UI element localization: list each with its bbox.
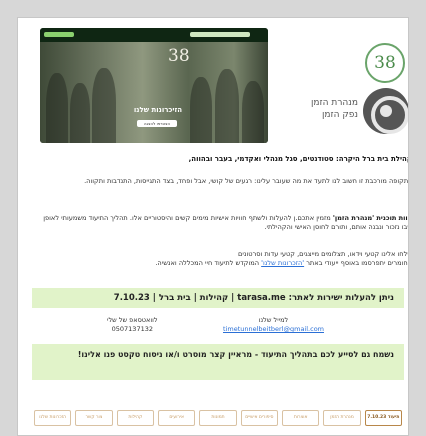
archive-paragraph: החומרים יתפרסמו באוסף ייעודי באתר 'הזכרו… [40, 259, 409, 268]
nav-button-8[interactable]: הזכרונות שלנו [34, 410, 72, 426]
nav-button-6[interactable]: קהילות [116, 410, 155, 426]
archive-prefix: החומרים יתפרסמו באוסף ייעודי באתר [304, 259, 409, 267]
email-card: 38 הזיכרונות שלנו הצטרפו להצגה 38 מנהרת … [17, 17, 409, 436]
contact-block: למייל שלנו timetunnelbeitberl@gmail.com … [32, 310, 404, 342]
hero-cta-button[interactable]: הצטרפו להצגה [137, 120, 177, 127]
greeting-heading: קהילת בית ברל היקרה: סטודנטים, סגל מנהלי… [188, 155, 409, 163]
program-paragraph: צוות תוכנית 'מנהרת הזמן' מזמין אתכם.ן לה… [40, 214, 409, 232]
send-line: שלחו אלינו קטעי וידאו, תצלומים מייצגים, … [238, 250, 409, 258]
intro-paragraph: בתקופה מורכבת זו חשוב לנו לתעד את מה שעו… [84, 177, 409, 185]
hero-banner[interactable]: 38 הזיכרונות שלנו הצטרפו להצגה [40, 28, 268, 143]
hero-site-nav [40, 28, 268, 42]
nav-button-1[interactable]: מנהרת הזמן [323, 410, 361, 426]
hero-cta-label: הצטרפו להצגה [143, 121, 171, 126]
archive-link[interactable]: 'הזכרונות שלנו' [261, 259, 304, 267]
program-bold: צוות תוכנית 'מנהרת הזמן' [332, 214, 409, 222]
whatsapp-label: לוואטסאפ של שלי [107, 316, 158, 324]
email-label: למייל שלנו [258, 316, 289, 324]
nav-button-2[interactable]: אוצרות [282, 410, 320, 426]
nav-button-7[interactable]: צור קשר [75, 410, 113, 426]
whatsapp-contact: לוואטסאפ של שלי 0507137132 [107, 316, 158, 334]
hero-logo: 38 [168, 46, 190, 66]
email-link[interactable]: timetunnelbeitberl@gmail.com [223, 325, 324, 334]
time-tunnel-logo-icon [363, 88, 408, 134]
email-contact: למייל שלנו timetunnelbeitberl@gmail.com [223, 316, 324, 334]
nav-button-4[interactable]: תמונות [199, 410, 237, 426]
footer-nav: 7.10.23 תיעוד מנהרת הזמן אוצרות סיפורים … [34, 410, 402, 430]
help-message: נשמח גם לסייע לכם בתהליך התיעוד - מראיין… [32, 344, 404, 380]
hero-title: הזיכרונות שלנו [133, 106, 183, 114]
archive-suffix: המוקדש לתיעוד חיי המכללה ואנשיה. [155, 259, 262, 267]
hero-group-photo [40, 42, 268, 143]
nav-button-3[interactable]: סיפורים אישיים [240, 410, 279, 426]
beit-berl-logo: 38 [365, 43, 405, 83]
org-name: מנהרת הזמן נפק הזמן [310, 98, 358, 120]
nav-button-5[interactable]: אירועים [158, 410, 196, 426]
whatsapp-number[interactable]: 0507137132 [107, 325, 158, 334]
nav-button-0[interactable]: 7.10.23 תיעוד [364, 410, 402, 426]
upload-banner: ניתן להעלות ישירות לאתר: tarasa.me | קהי… [32, 288, 404, 308]
